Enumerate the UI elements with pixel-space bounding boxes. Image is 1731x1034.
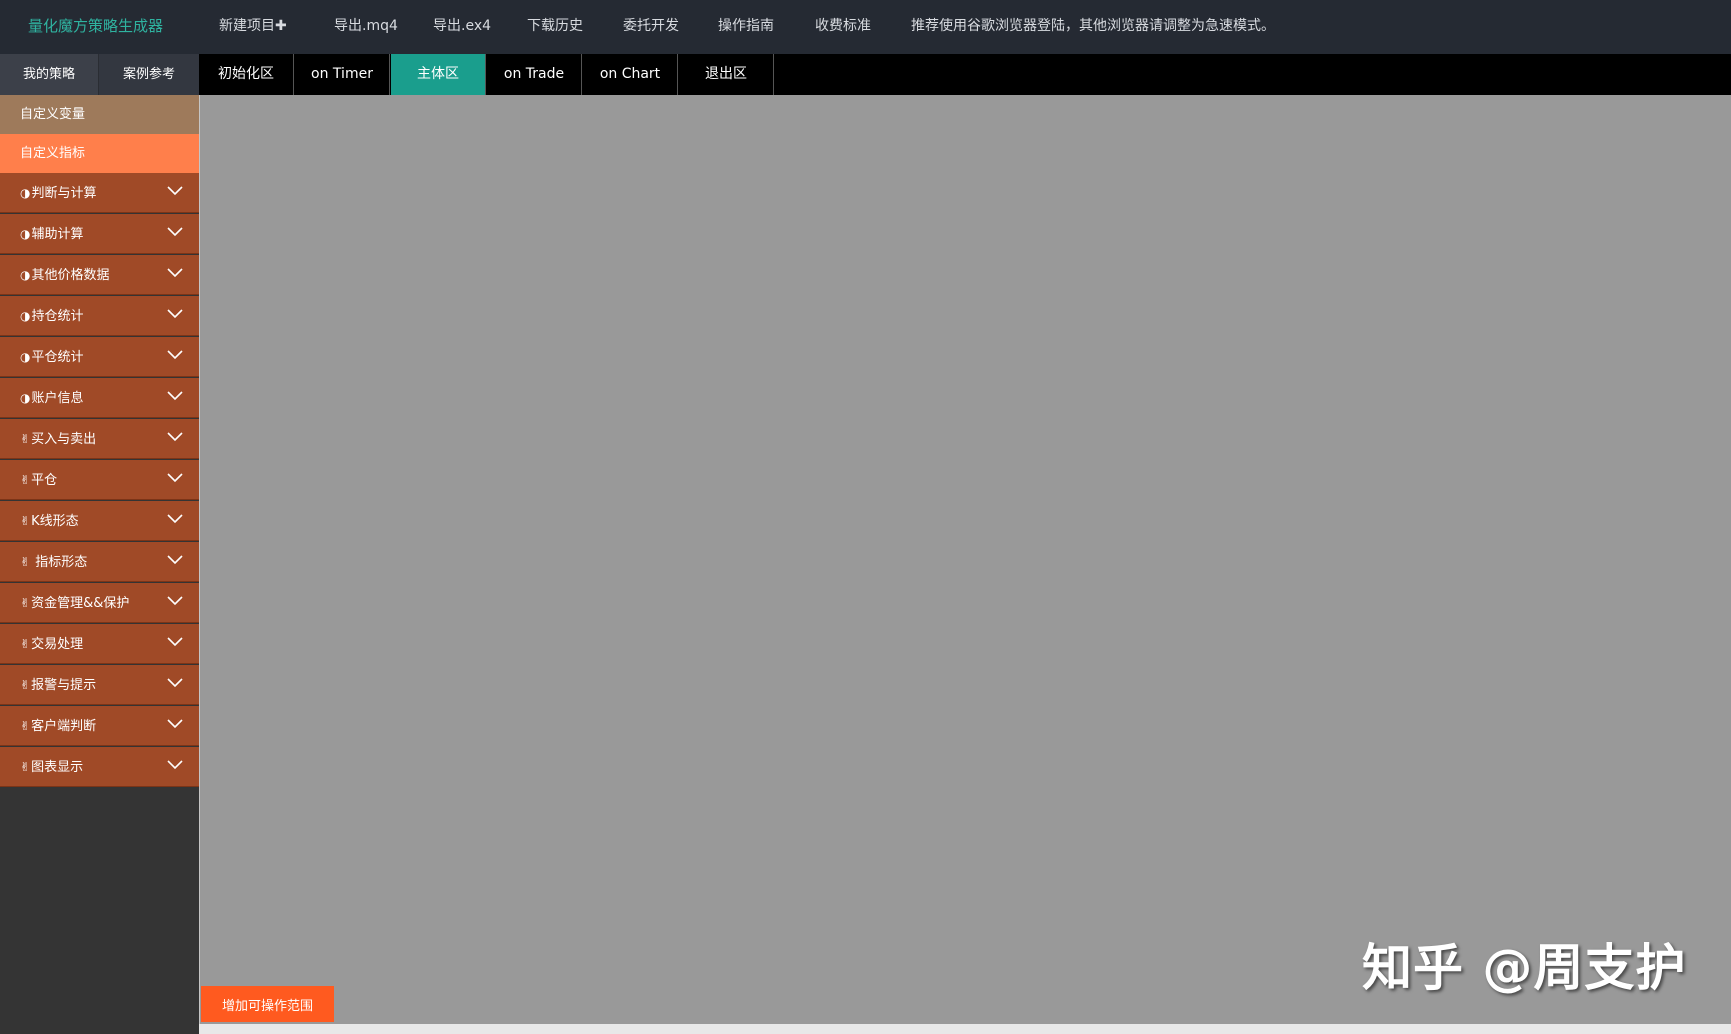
sidebar-group-label: 账户信息 [31, 391, 84, 406]
sidebar-group-trade-handling[interactable]: ✌交易处理 [0, 624, 199, 664]
sidebar-item-custom-indicator[interactable]: 自定义指标 [0, 134, 199, 173]
sidebar-group-label: 持仓统计 [31, 309, 84, 324]
hand-icon: ✌ [20, 637, 31, 651]
sidebar-group-money-management[interactable]: ✌资金管理&&保护 [0, 583, 199, 623]
watermark: 知乎 @周支护 [1362, 939, 1687, 997]
chevron-down-icon [167, 350, 183, 360]
sidebar-group-aux-calc[interactable]: ◑辅助计算 [0, 214, 199, 254]
workspace-canvas[interactable] [199, 95, 1731, 1024]
sidebar-group-judge-calc[interactable]: ◑判断与计算 [0, 173, 199, 213]
half-circle-icon: ◑ [20, 268, 31, 282]
sidebar-group-label: 平仓 [31, 473, 58, 488]
chevron-down-icon [167, 514, 183, 524]
sidebar-group-label: 指标形态 [31, 555, 88, 570]
half-circle-icon: ◑ [20, 391, 31, 405]
chevron-down-icon [167, 473, 183, 483]
export-mq4-link[interactable]: 导出.mq4 [334, 15, 398, 35]
tab-my-strategies[interactable]: 我的策略 [0, 54, 99, 95]
sidebar-group-position-stats[interactable]: ◑持仓统计 [0, 296, 199, 336]
tab-init[interactable]: 初始化区 [199, 54, 294, 95]
chevron-down-icon [167, 637, 183, 647]
new-project-button[interactable]: 新建项目✚ [219, 15, 287, 35]
tab-on-chart[interactable]: on Chart [583, 54, 678, 95]
chevron-down-icon [167, 432, 183, 442]
hand-icon: ✌ [20, 473, 31, 487]
chevron-down-icon [167, 309, 183, 319]
chevron-down-icon [167, 391, 183, 401]
sidebar-group-label: K线形态 [31, 514, 79, 529]
sidebar-group-label: 判断与计算 [31, 186, 97, 201]
sidebar-group-label: 辅助计算 [31, 227, 84, 242]
hand-icon: ✌ [20, 719, 31, 733]
tab-main[interactable]: 主体区 [391, 54, 486, 95]
chevron-down-icon [167, 268, 183, 278]
hand-icon: ✌ [20, 596, 31, 610]
tab-case-reference[interactable]: 案例参考 [99, 54, 199, 95]
sidebar-group-chart-display[interactable]: ✌图表显示 [0, 747, 199, 787]
hand-icon: ✌ [20, 678, 31, 692]
hand-icon: ✌ [20, 555, 31, 569]
export-ex4-link[interactable]: 导出.ex4 [433, 15, 491, 35]
sidebar-group-indicator-pattern[interactable]: ✌ 指标形态 [0, 542, 199, 582]
half-circle-icon: ◑ [20, 350, 31, 364]
tab-exit[interactable]: 退出区 [679, 54, 774, 95]
sidebar-item-label: 自定义变量 [20, 107, 86, 122]
sidebar-group-close-position[interactable]: ✌平仓 [0, 460, 199, 500]
chevron-down-icon [167, 678, 183, 688]
chevron-down-icon [167, 760, 183, 770]
sidebar-group-label: 资金管理&&保护 [31, 596, 130, 611]
hand-icon: ✌ [20, 432, 31, 446]
half-circle-icon: ◑ [20, 309, 31, 323]
canvas-bottom-scrollbar[interactable] [199, 1024, 1731, 1034]
half-circle-icon: ◑ [20, 186, 31, 200]
browser-notice: 推荐使用谷歌浏览器登陆，其他浏览器请调整为急速模式。 [911, 18, 1275, 34]
sidebar-group-label: 买入与卖出 [31, 432, 97, 447]
sidebar-group-label: 图表显示 [31, 760, 84, 775]
download-history-link[interactable]: 下载历史 [527, 15, 583, 35]
chevron-down-icon [167, 186, 183, 196]
content-tabs: 初始化区 on Timer 主体区 on Trade on Chart 退出区 [199, 54, 1731, 95]
add-range-button[interactable]: 增加可操作范围 [201, 986, 334, 1022]
sidebar-group-label: 报警与提示 [31, 678, 97, 693]
sidebar-item-label: 自定义指标 [20, 146, 86, 161]
tab-on-trade[interactable]: on Trade [487, 54, 582, 95]
sidebar-group-label: 平仓统计 [31, 350, 84, 365]
sidebar: 我的策略 案例参考 自定义变量 自定义指标 ◑判断与计算 ◑辅助计算 ◑其他价格… [0, 54, 199, 1034]
sidebar-group-label: 客户端判断 [31, 719, 97, 734]
sidebar-group-label: 交易处理 [31, 637, 84, 652]
sidebar-group-other-price[interactable]: ◑其他价格数据 [0, 255, 199, 295]
sidebar-group-account-info[interactable]: ◑账户信息 [0, 378, 199, 418]
app-title[interactable]: 量化魔方策略生成器 [28, 15, 163, 36]
pricing-link[interactable]: 收费标准 [815, 15, 871, 35]
sidebar-group-close-stats[interactable]: ◑平仓统计 [0, 337, 199, 377]
chevron-down-icon [167, 596, 183, 606]
hand-icon: ✌ [20, 760, 31, 774]
commission-dev-link[interactable]: 委托开发 [623, 15, 679, 35]
sidebar-group-buy-sell[interactable]: ✌买入与卖出 [0, 419, 199, 459]
sidebar-group-candle-pattern[interactable]: ✌K线形态 [0, 501, 199, 541]
sidebar-item-custom-variable[interactable]: 自定义变量 [0, 95, 199, 134]
hand-icon: ✌ [20, 514, 31, 528]
sidebar-group-label: 其他价格数据 [31, 268, 110, 283]
sidebar-group-client-check[interactable]: ✌客户端判断 [0, 706, 199, 746]
top-navbar: 量化魔方策略生成器 新建项目✚ 导出.mq4 导出.ex4 下载历史 委托开发 … [0, 0, 1731, 54]
half-circle-icon: ◑ [20, 227, 31, 241]
sidebar-tabs: 我的策略 案例参考 [0, 54, 199, 95]
tab-on-timer[interactable]: on Timer [295, 54, 390, 95]
chevron-down-icon [167, 555, 183, 565]
chevron-down-icon [167, 719, 183, 729]
sidebar-group-alerts[interactable]: ✌报警与提示 [0, 665, 199, 705]
user-guide-link[interactable]: 操作指南 [718, 15, 774, 35]
chevron-down-icon [167, 227, 183, 237]
